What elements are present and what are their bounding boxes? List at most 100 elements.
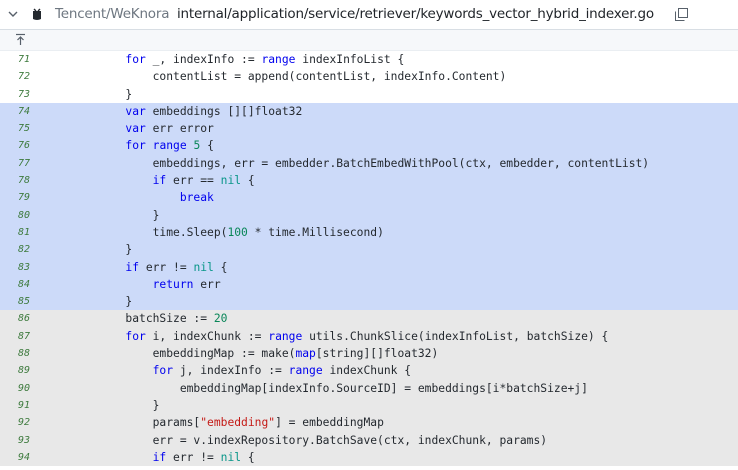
code-line: 88 embeddingMap := make(map[string][]flo… bbox=[0, 345, 738, 363]
code-token: nil bbox=[193, 260, 214, 274]
code-text: } bbox=[71, 241, 132, 258]
code-token: embeddingMap[indexInfo.SourceID] = embed… bbox=[71, 381, 588, 395]
code-token: embeddings [][]float32 bbox=[145, 104, 303, 118]
code-text: contentList = append(contentList, indexI… bbox=[71, 68, 507, 85]
line-number[interactable]: 74 bbox=[0, 103, 30, 120]
line-number[interactable]: 93 bbox=[0, 432, 30, 449]
code-token: 100 bbox=[227, 225, 248, 239]
code-text: if err != nil { bbox=[71, 259, 227, 276]
code-token: range bbox=[261, 53, 296, 66]
line-number[interactable]: 94 bbox=[0, 449, 30, 466]
code-token: err error bbox=[145, 122, 214, 136]
file-header: Tencent/WeKnora internal/application/ser… bbox=[0, 0, 738, 30]
line-number[interactable]: 78 bbox=[0, 172, 30, 189]
code-text: time.Sleep(100 * time.Millisecond) bbox=[71, 224, 384, 241]
code-view: 71 for _, indexInfo := range indexInfoLi… bbox=[0, 51, 738, 467]
code-token: for bbox=[125, 329, 146, 343]
code-token: ] = embeddingMap bbox=[275, 416, 384, 430]
code-token: { bbox=[241, 450, 255, 464]
code-token: { bbox=[213, 260, 228, 274]
code-token: err = v.indexRepository.BatchSave(ctx, i… bbox=[71, 433, 548, 447]
line-number[interactable]: 87 bbox=[0, 328, 30, 345]
code-token: nil bbox=[220, 450, 242, 464]
line-number[interactable]: 82 bbox=[0, 241, 30, 258]
code-line: 71 for _, indexInfo := range indexInfoLi… bbox=[0, 51, 738, 69]
code-token: 20 bbox=[213, 312, 228, 326]
code-token: params[ bbox=[71, 416, 201, 430]
code-text: params["embedding"] = embeddingMap bbox=[71, 414, 384, 431]
line-number[interactable]: 73 bbox=[0, 86, 30, 103]
repo-name[interactable]: Tencent/WeKnora bbox=[55, 6, 169, 22]
line-number[interactable]: 80 bbox=[0, 207, 30, 224]
line-number[interactable]: 86 bbox=[0, 310, 30, 327]
line-number[interactable]: 88 bbox=[0, 345, 30, 362]
code-token: err != bbox=[166, 450, 221, 464]
line-number[interactable]: 91 bbox=[0, 397, 30, 414]
expand-up-icon[interactable] bbox=[15, 33, 26, 46]
code-text: return err bbox=[71, 276, 221, 293]
line-number[interactable]: 76 bbox=[0, 137, 30, 154]
line-number[interactable]: 79 bbox=[0, 189, 30, 206]
code-text: var embeddings [][]float32 bbox=[71, 103, 302, 120]
line-number[interactable]: 84 bbox=[0, 276, 30, 293]
code-token: _, indexInfo := bbox=[145, 53, 262, 66]
code-line: 91 } bbox=[0, 396, 738, 415]
code-token: i, indexChunk := bbox=[145, 329, 269, 343]
code-text: } bbox=[71, 397, 160, 414]
code-line: 86 batchSize := 20 bbox=[0, 310, 738, 328]
code-token: embeddingMap := make( bbox=[71, 347, 296, 361]
code-line: 83 if err != nil { bbox=[0, 258, 738, 276]
line-number[interactable]: 85 bbox=[0, 293, 30, 310]
line-number[interactable]: 75 bbox=[0, 120, 30, 137]
code-token: nil bbox=[220, 174, 242, 188]
line-number[interactable]: 83 bbox=[0, 259, 30, 276]
code-token: utils.ChunkSlice(indexInfoList, batchSiz… bbox=[302, 329, 609, 343]
code-text: break bbox=[71, 189, 214, 206]
code-token: time.Sleep( bbox=[71, 225, 228, 239]
code-line: 80 } bbox=[0, 206, 738, 224]
code-token: embeddings, err = embedder.BatchEmbedWit… bbox=[71, 156, 650, 170]
line-number[interactable]: 77 bbox=[0, 155, 30, 172]
code-text: embeddingMap[indexInfo.SourceID] = embed… bbox=[71, 380, 588, 397]
code-line: 77 embeddings, err = embedder.BatchEmbed… bbox=[0, 154, 738, 173]
file-path[interactable]: internal/application/service/retriever/k… bbox=[177, 6, 654, 22]
code-token: contentList = append(contentList, indexI… bbox=[71, 70, 507, 84]
code-line: 74 var embeddings [][]float32 bbox=[0, 102, 738, 121]
line-number[interactable]: 72 bbox=[0, 68, 30, 85]
code-line: 94 if err != nil { bbox=[0, 448, 738, 467]
code-text: for j, indexInfo := range indexChunk { bbox=[71, 362, 411, 379]
code-text: if err != nil { bbox=[71, 449, 255, 466]
code-text: err = v.indexRepository.BatchSave(ctx, i… bbox=[71, 432, 547, 449]
code-token: * time.Millisecond) bbox=[247, 225, 384, 239]
code-text: embeddings, err = embedder.BatchEmbedWit… bbox=[71, 155, 650, 172]
copy-icon[interactable] bbox=[675, 8, 688, 21]
code-token: err bbox=[193, 277, 221, 291]
code-token: break bbox=[179, 191, 214, 205]
chevron-down-icon[interactable] bbox=[7, 8, 19, 20]
code-token: for bbox=[125, 53, 146, 66]
line-number[interactable]: 89 bbox=[0, 362, 30, 379]
code-token: if bbox=[152, 174, 167, 188]
code-text: } bbox=[71, 207, 160, 224]
line-number[interactable]: 92 bbox=[0, 414, 30, 431]
code-text: var err error bbox=[71, 120, 214, 137]
code-token: if bbox=[125, 260, 140, 274]
line-number[interactable]: 71 bbox=[0, 51, 30, 68]
code-token: } bbox=[71, 87, 133, 101]
line-number[interactable]: 81 bbox=[0, 224, 30, 241]
code-line: 81 time.Sleep(100 * time.Millisecond) bbox=[0, 223, 738, 242]
code-text: batchSize := 20 bbox=[71, 310, 227, 327]
code-text: embeddingMap := make(map[string][]float3… bbox=[71, 345, 439, 362]
expand-up-row[interactable] bbox=[0, 30, 738, 51]
code-line: 75 var err error bbox=[0, 120, 738, 138]
code-token: batchSize := bbox=[71, 312, 214, 326]
code-token: } bbox=[71, 243, 133, 257]
line-number[interactable]: 90 bbox=[0, 380, 30, 397]
